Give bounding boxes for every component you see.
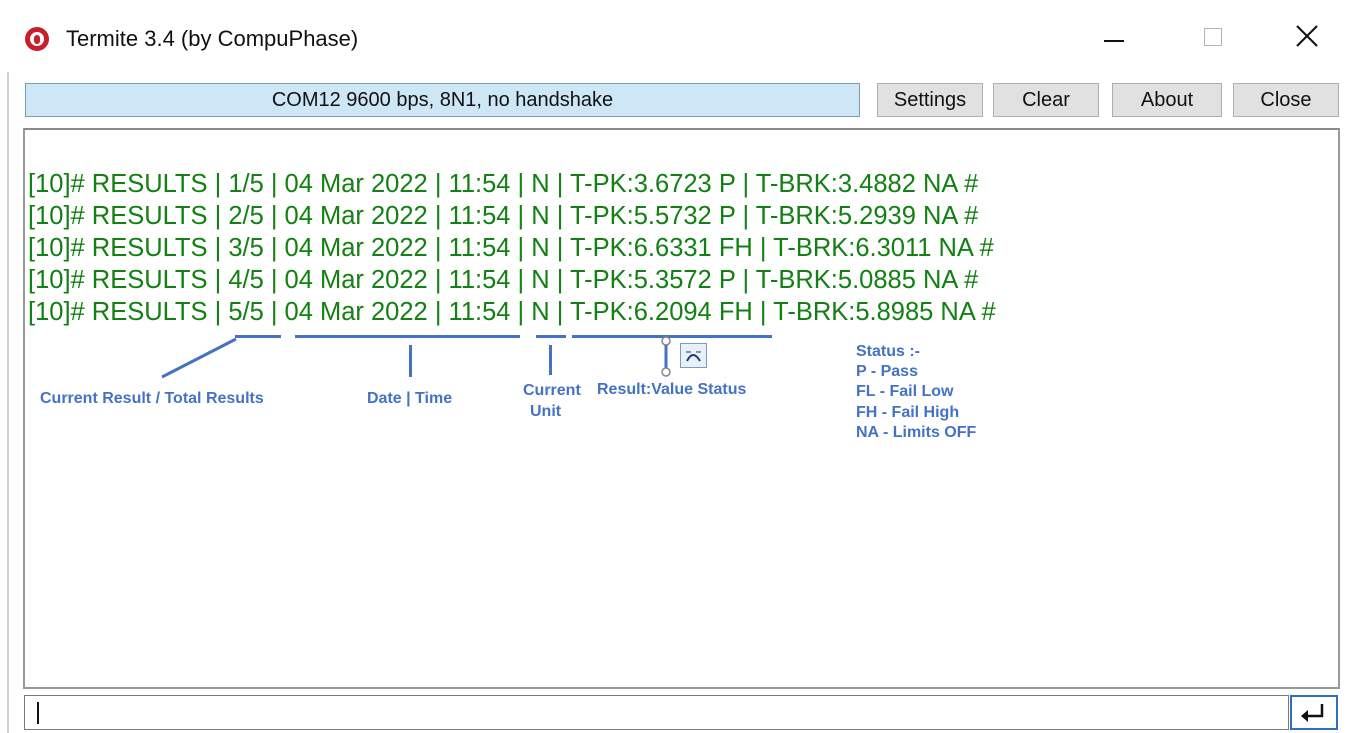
annotation-current-result: Current Result / Total Results — [40, 390, 264, 407]
layout-options-icon[interactable] — [680, 343, 707, 368]
minimize-icon — [1104, 40, 1124, 42]
connection-status[interactable]: COM12 9600 bps, 8N1, no handshake — [25, 83, 860, 117]
connector-date-time — [409, 345, 412, 377]
close-window-button[interactable] — [1276, 20, 1336, 60]
output-line: [10]# RESULTS | 1/5 | 04 Mar 2022 | 11:5… — [28, 170, 979, 198]
maximize-button[interactable] — [1182, 20, 1242, 60]
underline-result-count — [235, 335, 281, 338]
status-legend-item: P - Pass — [856, 363, 918, 380]
window-title: Termite 3.4 (by CompuPhase) — [66, 26, 359, 51]
annotation-date-time: Date | Time — [367, 390, 453, 407]
enter-arrow-icon — [1301, 704, 1324, 722]
underline-date-time — [295, 335, 520, 338]
text-caret — [37, 702, 39, 724]
connector-unit — [549, 345, 552, 375]
output-line: [10]# RESULTS | 5/5 | 04 Mar 2022 | 11:5… — [28, 298, 996, 326]
underline-unit — [536, 335, 566, 338]
termite-bug-icon — [25, 27, 49, 51]
annotation-current-unit: Current — [523, 382, 581, 399]
close-button[interactable]: Close — [1233, 83, 1339, 117]
output-line: [10]# RESULTS | 2/5 | 04 Mar 2022 | 11:5… — [28, 202, 979, 230]
annotation-result-value-status: Result:Value Status — [597, 381, 747, 398]
output-line: [10]# RESULTS | 4/5 | 04 Mar 2022 | 11:5… — [28, 266, 979, 294]
connector-result-count — [161, 337, 237, 379]
status-legend-title: Status :- — [856, 343, 920, 360]
status-legend-item: NA - Limits OFF — [856, 424, 977, 441]
settings-button[interactable]: Settings — [877, 83, 983, 117]
maximize-icon — [1204, 28, 1222, 46]
command-input[interactable] — [24, 695, 1289, 730]
window-left-edge — [7, 0, 9, 733]
minimize-button[interactable] — [1084, 20, 1144, 60]
annotation-unit: Unit — [530, 403, 562, 420]
close-icon — [1296, 25, 1318, 47]
status-legend-item: FL - Fail Low — [856, 383, 954, 400]
about-button[interactable]: About — [1112, 83, 1222, 117]
clear-button[interactable]: Clear — [993, 83, 1099, 117]
send-button[interactable] — [1290, 695, 1338, 730]
output-line: [10]# RESULTS | 3/5 | 04 Mar 2022 | 11:5… — [28, 234, 994, 262]
connector-result-value — [661, 336, 671, 377]
status-legend-item: FH - Fail High — [856, 404, 960, 421]
